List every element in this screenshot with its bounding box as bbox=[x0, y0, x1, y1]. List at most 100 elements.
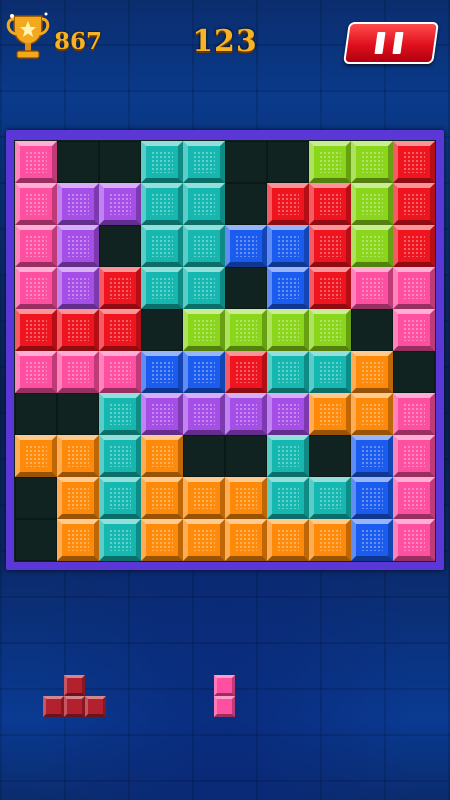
empty-cell[interactable] bbox=[15, 519, 57, 561]
block-orange bbox=[57, 519, 99, 561]
block-pink bbox=[15, 141, 57, 183]
block-red bbox=[99, 309, 141, 351]
empty-cell[interactable] bbox=[183, 435, 225, 477]
block-lime bbox=[309, 141, 351, 183]
block-red bbox=[99, 267, 141, 309]
block-teal bbox=[183, 225, 225, 267]
block-orange bbox=[225, 519, 267, 561]
block-red bbox=[309, 225, 351, 267]
empty-cell[interactable] bbox=[99, 225, 141, 267]
block-orange bbox=[183, 477, 225, 519]
empty-cell[interactable] bbox=[57, 393, 99, 435]
block-blue bbox=[267, 267, 309, 309]
block-lime bbox=[183, 309, 225, 351]
block-orange bbox=[141, 519, 183, 561]
block-purple bbox=[99, 183, 141, 225]
block-pink bbox=[393, 435, 435, 477]
block-blue bbox=[351, 477, 393, 519]
piece-block bbox=[64, 696, 85, 717]
empty-cell[interactable] bbox=[225, 141, 267, 183]
block-pink bbox=[15, 225, 57, 267]
empty-cell[interactable] bbox=[309, 435, 351, 477]
block-purple bbox=[57, 267, 99, 309]
block-teal bbox=[141, 267, 183, 309]
empty-cell[interactable] bbox=[225, 183, 267, 225]
block-red bbox=[393, 141, 435, 183]
block-orange bbox=[141, 435, 183, 477]
block-teal bbox=[99, 519, 141, 561]
block-red bbox=[309, 183, 351, 225]
block-blue bbox=[225, 225, 267, 267]
block-teal bbox=[99, 393, 141, 435]
block-purple bbox=[57, 225, 99, 267]
empty-cell[interactable] bbox=[267, 141, 309, 183]
block-purple bbox=[57, 183, 99, 225]
block-teal bbox=[309, 477, 351, 519]
block-red bbox=[57, 309, 99, 351]
block-orange bbox=[225, 477, 267, 519]
block-lime bbox=[351, 225, 393, 267]
top-bar: 867 123 bbox=[0, 0, 450, 70]
block-lime bbox=[267, 309, 309, 351]
block-orange bbox=[351, 393, 393, 435]
empty-cell[interactable] bbox=[351, 309, 393, 351]
block-lime bbox=[225, 309, 267, 351]
block-orange bbox=[351, 351, 393, 393]
game-board[interactable] bbox=[14, 140, 436, 562]
block-orange bbox=[309, 519, 351, 561]
block-purple bbox=[183, 393, 225, 435]
block-teal bbox=[267, 435, 309, 477]
empty-cell[interactable] bbox=[141, 309, 183, 351]
block-pink bbox=[99, 351, 141, 393]
empty-cell[interactable] bbox=[15, 477, 57, 519]
piece-tray bbox=[0, 640, 450, 800]
block-purple bbox=[267, 393, 309, 435]
block-teal bbox=[183, 183, 225, 225]
empty-cell[interactable] bbox=[225, 435, 267, 477]
block-lime bbox=[309, 309, 351, 351]
block-teal bbox=[141, 141, 183, 183]
block-pink bbox=[15, 267, 57, 309]
block-lime bbox=[351, 141, 393, 183]
piece-block bbox=[64, 675, 85, 696]
block-teal bbox=[267, 477, 309, 519]
pause-button[interactable] bbox=[343, 22, 439, 64]
block-pink bbox=[15, 351, 57, 393]
piece-block bbox=[43, 696, 64, 717]
block-red bbox=[393, 225, 435, 267]
piece-block bbox=[214, 696, 235, 717]
empty-cell[interactable] bbox=[15, 393, 57, 435]
block-orange bbox=[183, 519, 225, 561]
block-pink bbox=[393, 309, 435, 351]
block-pink bbox=[393, 519, 435, 561]
block-pink bbox=[57, 351, 99, 393]
block-orange bbox=[309, 393, 351, 435]
block-blue bbox=[267, 225, 309, 267]
block-purple bbox=[141, 393, 183, 435]
block-blue bbox=[351, 519, 393, 561]
empty-cell[interactable] bbox=[225, 267, 267, 309]
piece-block bbox=[85, 696, 106, 717]
block-blue bbox=[351, 435, 393, 477]
block-red bbox=[15, 309, 57, 351]
block-teal bbox=[267, 351, 309, 393]
block-pink bbox=[351, 267, 393, 309]
block-red bbox=[309, 267, 351, 309]
block-blue bbox=[141, 351, 183, 393]
block-lime bbox=[351, 183, 393, 225]
empty-cell[interactable] bbox=[99, 141, 141, 183]
block-pink bbox=[393, 267, 435, 309]
block-red bbox=[393, 183, 435, 225]
block-teal bbox=[183, 141, 225, 183]
block-orange bbox=[141, 477, 183, 519]
block-orange bbox=[267, 519, 309, 561]
block-purple bbox=[225, 393, 267, 435]
block-pink bbox=[15, 183, 57, 225]
block-teal bbox=[99, 435, 141, 477]
block-red bbox=[267, 183, 309, 225]
block-pink bbox=[393, 477, 435, 519]
block-orange bbox=[57, 435, 99, 477]
empty-cell[interactable] bbox=[57, 141, 99, 183]
empty-cell[interactable] bbox=[393, 351, 435, 393]
block-orange bbox=[57, 477, 99, 519]
